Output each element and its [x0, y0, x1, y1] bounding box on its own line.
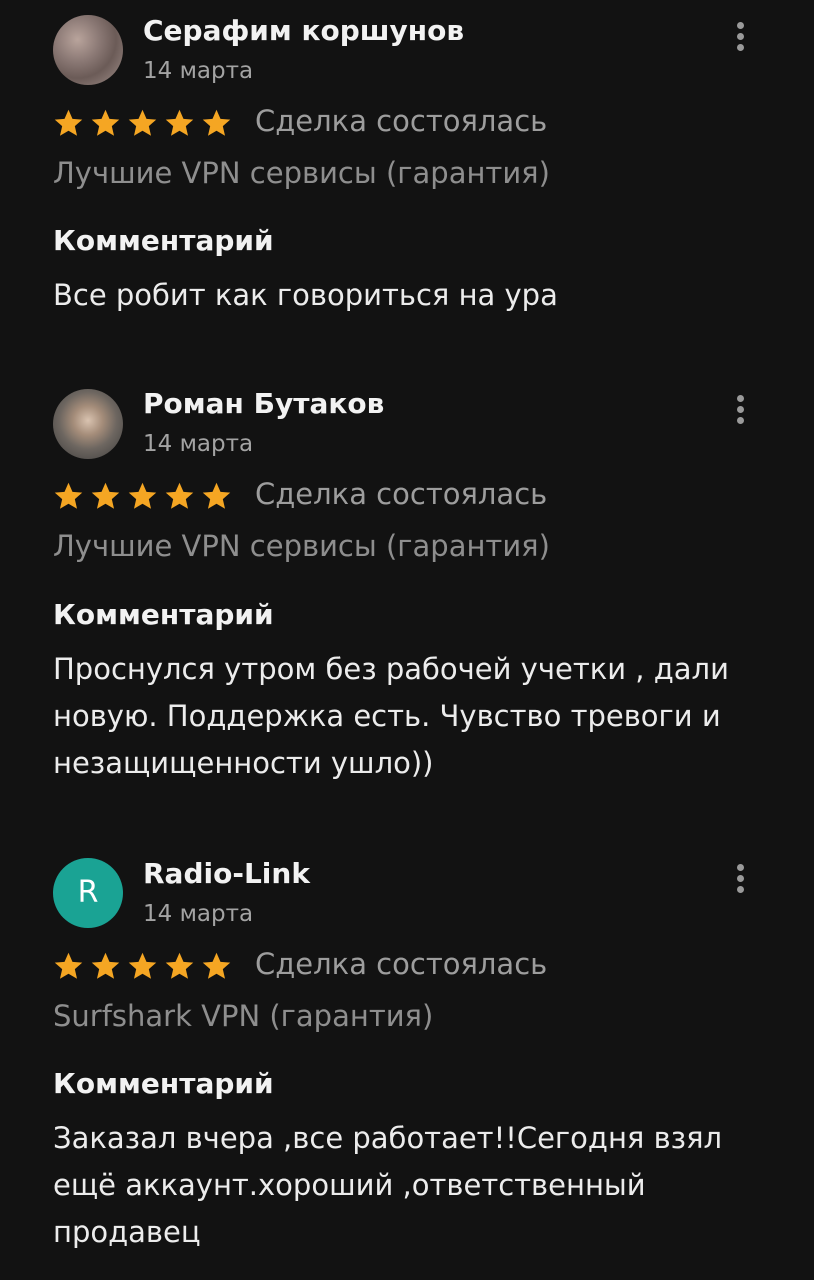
star-icon: [128, 109, 157, 136]
deal-status: Сделка состоялась: [255, 477, 548, 511]
comment-text: Проснулся утром без рабочей учетки , дал…: [53, 652, 729, 780]
comment-text: Все робит как говориться на ура: [53, 278, 558, 312]
star-icon: [128, 952, 157, 979]
rating-stars: [52, 950, 237, 984]
review-date: 14 марта: [143, 901, 254, 927]
product-link[interactable]: Лучшие VPN сервисы (гарантия): [53, 156, 550, 190]
more-vertical-icon: [737, 395, 744, 402]
avatar[interactable]: R: [53, 858, 123, 928]
more-options-button[interactable]: [729, 22, 751, 56]
star-icon: [91, 109, 120, 136]
more-options-button[interactable]: [729, 395, 751, 429]
rating-stars: [52, 480, 237, 514]
star-icon: [165, 482, 194, 509]
star-icon: [91, 952, 120, 979]
product-link[interactable]: Лучшие VPN сервисы (гарантия): [53, 529, 550, 563]
reviewer-name[interactable]: Роман Бутаков: [143, 387, 384, 420]
comment-label: Комментарий: [53, 224, 274, 257]
star-icon: [165, 952, 194, 979]
star-icon: [165, 109, 194, 136]
comment-label: Комментарий: [53, 1067, 274, 1100]
star-icon: [54, 109, 83, 136]
review-date: 14 марта: [143, 431, 254, 457]
deal-status: Сделка состоялась: [255, 947, 548, 981]
reviewer-name[interactable]: Серафим коршунов: [143, 14, 464, 47]
star-icon: [128, 482, 157, 509]
star-icon: [202, 952, 231, 979]
star-icon: [202, 109, 231, 136]
star-icon: [202, 482, 231, 509]
deal-status: Сделка состоялась: [255, 104, 548, 138]
comment-text: Заказал вчера ,все работает!!Сегодня взя…: [53, 1121, 723, 1249]
comment-label: Комментарий: [53, 598, 274, 631]
star-icon: [91, 482, 120, 509]
reviewer-name[interactable]: Radio-Link: [143, 857, 310, 890]
avatar[interactable]: [53, 15, 123, 85]
more-options-button[interactable]: [729, 864, 751, 898]
review-date: 14 марта: [143, 58, 254, 84]
more-vertical-icon: [737, 864, 744, 871]
avatar[interactable]: [53, 389, 123, 459]
rating-stars: [52, 107, 237, 141]
star-icon: [54, 482, 83, 509]
more-vertical-icon: [737, 22, 744, 29]
product-link[interactable]: Surfshark VPN (гарантия): [53, 999, 433, 1033]
star-icon: [54, 952, 83, 979]
